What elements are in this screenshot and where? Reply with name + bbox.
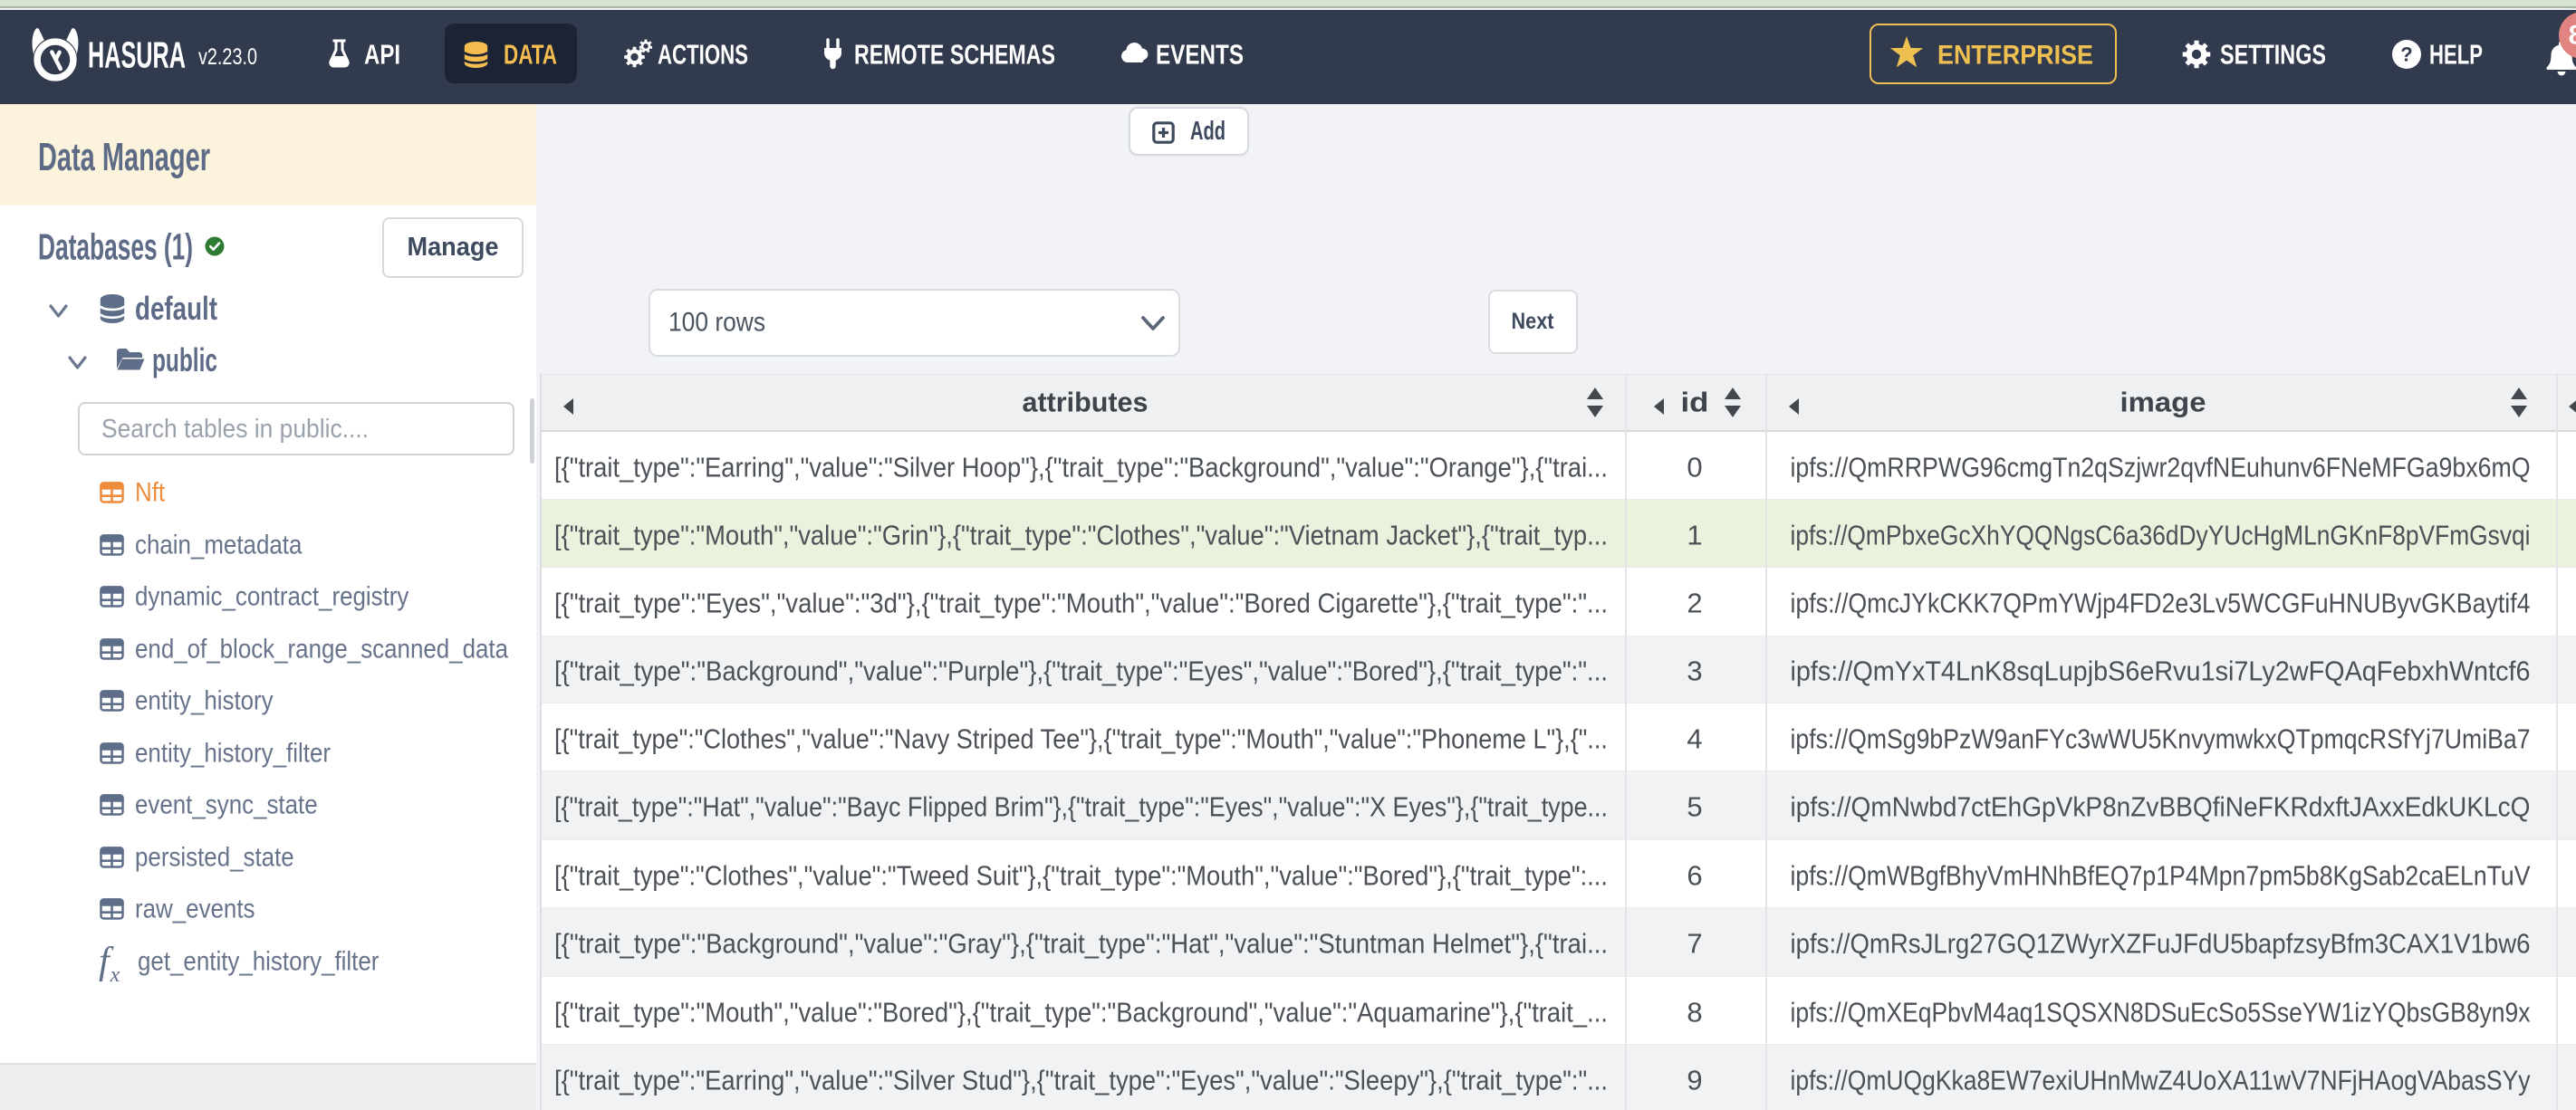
svg-text:?: ? bbox=[2400, 43, 2412, 66]
